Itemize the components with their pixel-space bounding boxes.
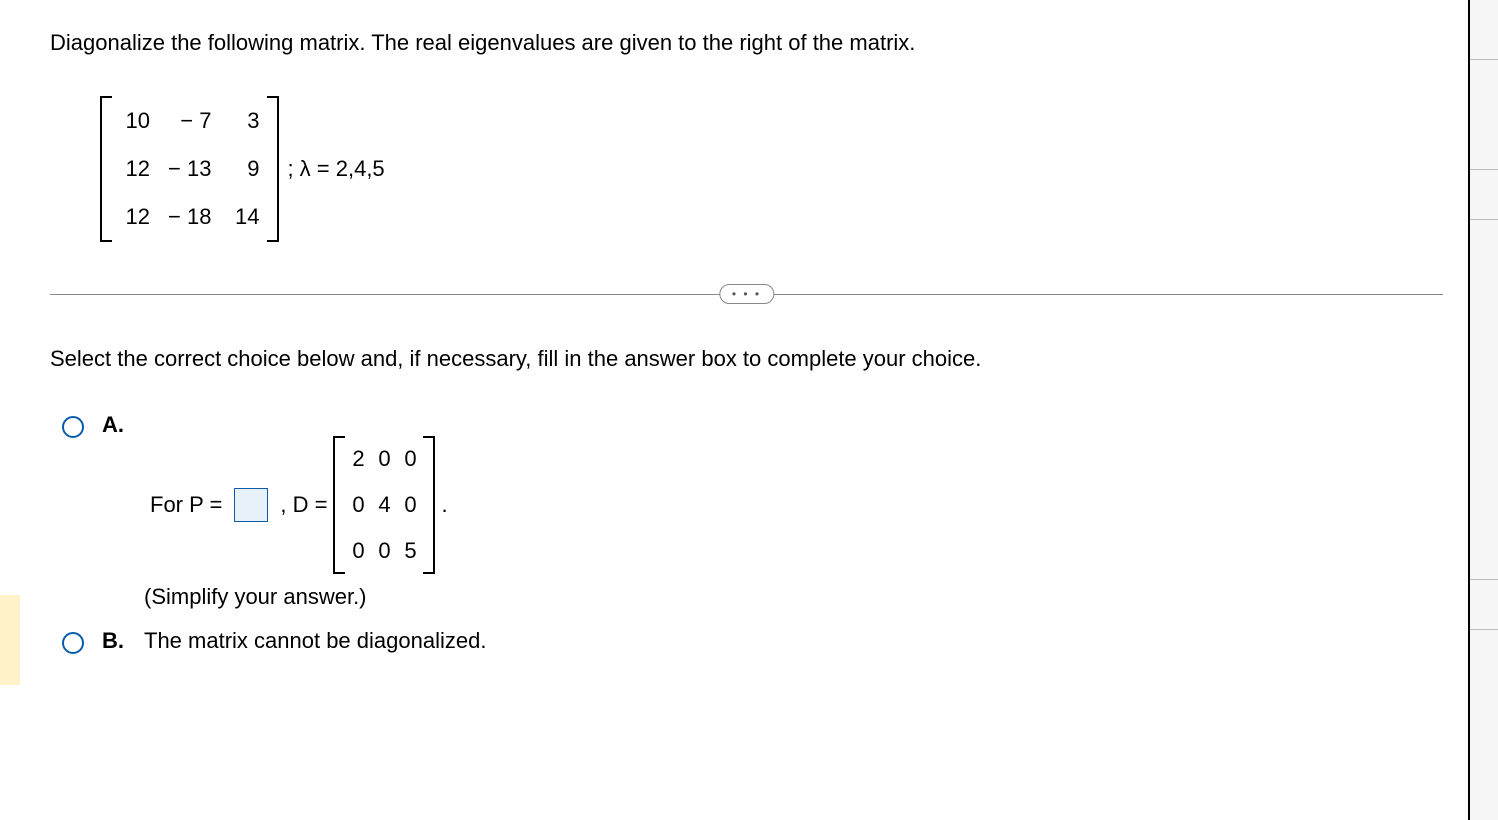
m-1-1: 10	[120, 108, 150, 134]
rail-segment[interactable]	[1470, 580, 1498, 630]
given-matrix-row: 10 − 7 3 12 − 13 9 12 − 18 14 ; λ = 2,4,…	[100, 96, 1443, 242]
rail-segment[interactable]	[1470, 60, 1498, 170]
bracket-left	[100, 96, 110, 242]
question-text: Diagonalize the following matrix. The re…	[50, 30, 1443, 56]
choice-b: B. The matrix cannot be diagonalized.	[62, 628, 1443, 654]
divider: • • •	[50, 282, 1443, 306]
m-3-2: − 18	[168, 204, 211, 230]
m-2-1: 12	[120, 156, 150, 182]
radio-a[interactable]	[62, 416, 84, 438]
question-content: Diagonalize the following matrix. The re…	[50, 30, 1443, 672]
d-matrix-cells: 2 0 0 0 4 0 0 0 5	[343, 436, 425, 574]
m-3-3: 14	[229, 204, 259, 230]
radio-b[interactable]	[62, 632, 84, 654]
simplify-note: (Simplify your answer.)	[144, 584, 454, 610]
d-3-3: 5	[403, 538, 417, 564]
instruction-text: Select the correct choice below and, if …	[50, 346, 1443, 372]
d-1-2: 0	[377, 446, 391, 472]
answer-input-p[interactable]	[234, 488, 268, 522]
choice-a-equation: For P = , D = 2 0 0 0 4 0 0 0	[144, 436, 454, 574]
d-2-3: 0	[403, 492, 417, 518]
d-2-2: 4	[377, 492, 391, 518]
d-3-2: 0	[377, 538, 391, 564]
highlight-strip	[0, 595, 20, 685]
more-options-pill[interactable]: • • •	[719, 284, 774, 304]
matrix-cells: 10 − 7 3 12 − 13 9 12 − 18 14	[110, 96, 269, 242]
choice-b-label: B.	[102, 628, 130, 654]
d-1-3: 0	[403, 446, 417, 472]
bracket-right	[269, 96, 279, 242]
rail-segment[interactable]	[1470, 630, 1498, 820]
d-bracket-left	[333, 436, 343, 574]
m-1-3: 3	[229, 108, 259, 134]
eigenvalues-text: ; λ = 2,4,5	[287, 156, 384, 182]
m-2-2: − 13	[168, 156, 211, 182]
page-root: Diagonalize the following matrix. The re…	[0, 0, 1498, 820]
for-p-text: For P =	[150, 492, 222, 518]
d-bracket-right	[425, 436, 435, 574]
rail-segment[interactable]	[1470, 220, 1498, 580]
rail-segment[interactable]	[1470, 0, 1498, 60]
d-2-1: 0	[351, 492, 365, 518]
choice-a: A. For P = , D = 2 0 0 0 4 0	[62, 412, 1443, 610]
right-sidebar	[1468, 0, 1498, 820]
d-equals-text: , D =	[280, 492, 327, 518]
given-matrix: 10 − 7 3 12 − 13 9 12 − 18 14	[100, 96, 279, 242]
d-3-1: 0	[351, 538, 365, 564]
m-2-3: 9	[229, 156, 259, 182]
choice-b-text: The matrix cannot be diagonalized.	[144, 628, 486, 654]
m-3-1: 12	[120, 204, 150, 230]
m-1-2: − 7	[168, 108, 211, 134]
rail-segment[interactable]	[1470, 170, 1498, 220]
choice-a-label: A.	[102, 412, 130, 438]
d-1-1: 2	[351, 446, 365, 472]
period: .	[441, 492, 447, 518]
d-matrix: 2 0 0 0 4 0 0 0 5	[333, 436, 435, 574]
choice-a-body: For P = , D = 2 0 0 0 4 0 0 0	[144, 412, 454, 610]
